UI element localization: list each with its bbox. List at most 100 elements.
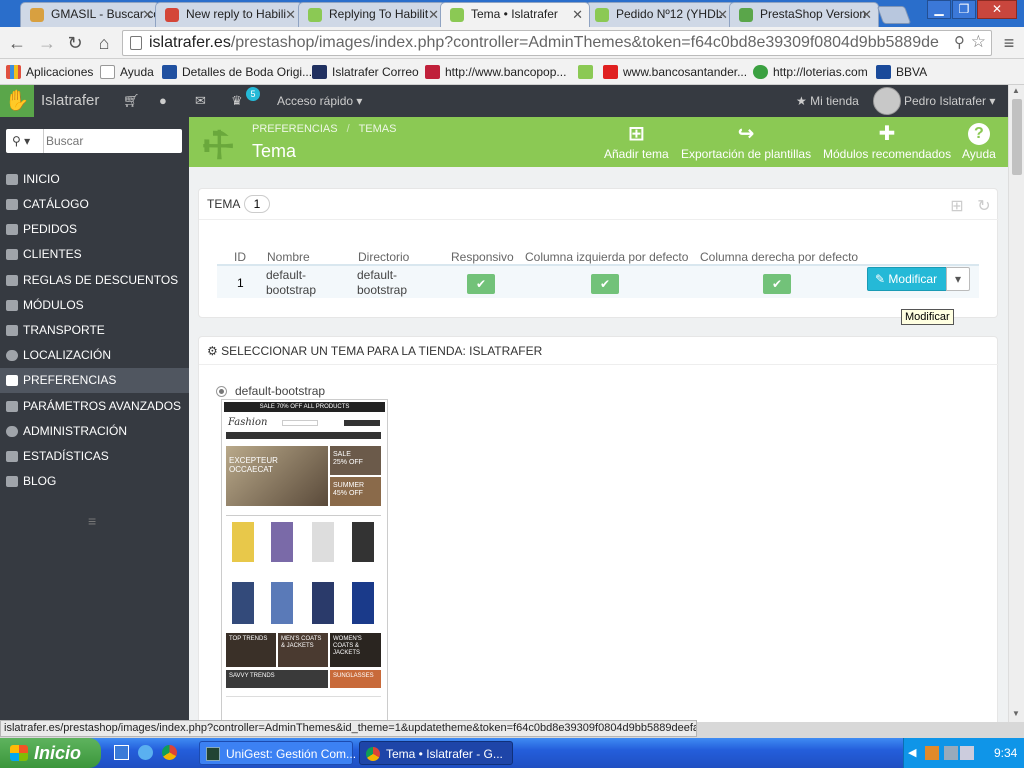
browser-tab[interactable]: GMASIL - Buscar co ✕ bbox=[20, 2, 160, 27]
bookmark-item[interactable]: http://loterias.com bbox=[753, 63, 868, 81]
bookmark-apps[interactable]: Aplicaciones bbox=[6, 63, 93, 81]
bookmark-item[interactable]: Islatrafer Correo bbox=[312, 63, 419, 81]
envelope-icon[interactable]: ✉ bbox=[195, 85, 206, 117]
taskbar-item-unigest[interactable]: UniGest: Gestión Com... bbox=[199, 741, 356, 765]
browser-tab[interactable]: Replying To Habilit ✕ bbox=[298, 2, 446, 27]
sidebar-item-reglas-descuentos[interactable]: REGLAS DE DESCUENTOS bbox=[0, 268, 189, 293]
sidebar-item-pedidos[interactable]: PEDIDOS bbox=[0, 217, 189, 242]
reload-icon[interactable]: ↻ bbox=[64, 32, 86, 54]
my-shop-link[interactable]: ★ Mi tienda bbox=[796, 85, 859, 117]
add-theme-button[interactable]: ⊞ Añadir tema bbox=[604, 123, 669, 161]
users-icon bbox=[6, 249, 18, 260]
start-button[interactable]: Inicio bbox=[0, 738, 101, 768]
show-desktop-icon[interactable] bbox=[114, 745, 129, 760]
browser-tab[interactable]: Pedido Nº12 (YHDL ✕ bbox=[585, 2, 735, 27]
browser-tab-active[interactable]: Tema • Islatrafer ✕ bbox=[440, 2, 590, 27]
bookmark-item[interactable] bbox=[578, 63, 593, 81]
edit-dropdown-toggle[interactable]: ▾ bbox=[946, 267, 970, 291]
sidebar-item-blog[interactable]: BLOG bbox=[0, 469, 189, 494]
trophy-icon[interactable]: ♛ bbox=[231, 85, 243, 117]
breadcrumb-item[interactable]: PREFERENCIAS bbox=[252, 123, 338, 135]
customer-icon[interactable]: ● bbox=[159, 85, 167, 117]
add-icon[interactable]: ⊞ bbox=[947, 196, 967, 216]
shop-name[interactable]: Islatrafer bbox=[41, 85, 99, 117]
bookmark-item[interactable]: Ayuda bbox=[100, 63, 154, 81]
search-icon[interactable]: ⚲ bbox=[954, 31, 965, 55]
theme-option-label[interactable]: default-bootstrap bbox=[235, 384, 325, 398]
minimize-button[interactable]: ▁ bbox=[927, 0, 951, 19]
search-scope-dropdown[interactable]: ⚲ ▾ bbox=[6, 129, 44, 153]
sidebar-item-label: PARÁMETROS AVANZADOS bbox=[23, 399, 182, 413]
sidebar-item-preferencias[interactable]: PREFERENCIAS bbox=[0, 368, 189, 393]
credit-card-icon bbox=[6, 224, 18, 235]
back-icon[interactable]: ← bbox=[6, 32, 28, 54]
sidebar-item-estadisticas[interactable]: ESTADÍSTICAS bbox=[0, 444, 189, 469]
taskbar-item-label: Tema • Islatrafer - G... bbox=[386, 747, 503, 761]
taskbar-item-chrome[interactable]: Tema • Islatrafer - G... bbox=[359, 741, 513, 765]
menu-icon[interactable]: ≡ bbox=[998, 32, 1020, 54]
browser-tab[interactable]: PrestaShop Version ✕ bbox=[729, 2, 879, 27]
sidebar-item-transporte[interactable]: TRANSPORTE bbox=[0, 318, 189, 343]
close-icon[interactable]: ✕ bbox=[861, 3, 872, 26]
forward-icon[interactable]: → bbox=[36, 32, 58, 54]
close-icon[interactable]: ✕ bbox=[285, 3, 296, 26]
help-button[interactable]: ? Ayuda bbox=[962, 123, 996, 161]
collapse-menu-icon[interactable]: ≡ bbox=[88, 513, 96, 529]
notification-badge: 5 bbox=[246, 87, 260, 101]
bookmark-item[interactable]: Detalles de Boda Origi... bbox=[162, 63, 312, 81]
refresh-icon[interactable]: ↻ bbox=[974, 196, 994, 216]
close-icon[interactable]: ✕ bbox=[572, 3, 583, 26]
close-icon[interactable]: ✕ bbox=[142, 3, 153, 26]
button-label: Ayuda bbox=[962, 147, 996, 161]
sidebar-item-catalogo[interactable]: CATÁLOGO bbox=[0, 192, 189, 217]
scrollbar-thumb[interactable] bbox=[1012, 99, 1022, 175]
sidebar-item-clientes[interactable]: CLIENTES bbox=[0, 242, 189, 267]
bookmark-star-icon[interactable]: ☆ bbox=[971, 31, 986, 54]
bookmark-item[interactable]: http://www.bancopop... bbox=[425, 63, 566, 81]
scroll-up-icon[interactable]: ▲ bbox=[1012, 86, 1020, 95]
new-tab-button[interactable] bbox=[876, 6, 912, 24]
preview-product bbox=[271, 582, 293, 624]
recommended-modules-button[interactable]: ✚ Módulos recomendados bbox=[823, 123, 951, 161]
close-icon[interactable]: ✕ bbox=[717, 3, 728, 26]
tray-app-icon[interactable] bbox=[925, 746, 939, 760]
network-icon[interactable] bbox=[944, 746, 958, 760]
app-icon bbox=[206, 747, 220, 761]
chrome-icon[interactable] bbox=[162, 745, 177, 760]
ie-icon[interactable] bbox=[138, 745, 153, 760]
browser-tab[interactable]: New reply to Habili ✕ bbox=[155, 2, 303, 27]
bookmark-item[interactable]: www.bancosantander... bbox=[603, 63, 747, 81]
sidebar-item-modulos[interactable]: MÓDULOS bbox=[0, 293, 189, 318]
edit-button[interactable]: ✎ Modificar bbox=[867, 267, 947, 291]
volume-icon[interactable] bbox=[960, 746, 974, 760]
quick-access-dropdown[interactable]: Acceso rápido ▾ bbox=[277, 85, 362, 117]
export-templates-button[interactable]: ↪ Exportación de plantillas bbox=[681, 123, 811, 161]
sidebar-item-inicio[interactable]: INICIO bbox=[0, 167, 189, 192]
home-icon[interactable]: ⌂ bbox=[93, 32, 115, 54]
user-menu[interactable]: Pedro Islatrafer ▾ bbox=[904, 85, 995, 117]
scroll-down-icon[interactable]: ▼ bbox=[1012, 709, 1020, 718]
preview-hero-side: SALE 25% OFF bbox=[330, 446, 381, 475]
close-icon[interactable]: ✕ bbox=[428, 3, 439, 26]
avatar[interactable] bbox=[873, 87, 901, 115]
search-input[interactable] bbox=[46, 132, 176, 150]
tray-expand-icon[interactable]: ◀ bbox=[908, 746, 916, 759]
theme-preview-thumbnail[interactable]: SALE 70% OFF ALL PRODUCTS Fashion EXCEPT… bbox=[221, 399, 388, 722]
restore-button[interactable]: ❐ bbox=[952, 0, 976, 19]
tab-title: PrestaShop Version bbox=[760, 7, 867, 21]
cart-icon[interactable]: 🛒︎ bbox=[123, 85, 140, 117]
sidebar-item-localizacion[interactable]: LOCALIZACIÓN bbox=[0, 343, 189, 368]
page-scrollbar[interactable]: ▲ ▼ bbox=[1008, 85, 1024, 722]
breadcrumb-item[interactable]: TEMAS bbox=[359, 123, 397, 135]
bookmark-item[interactable]: BBVA bbox=[876, 63, 927, 81]
preview-product bbox=[352, 522, 374, 562]
clock[interactable]: 9:34 bbox=[994, 746, 1017, 760]
window-close-button[interactable]: ✕ bbox=[977, 0, 1017, 19]
sidebar-item-parametros-avanzados[interactable]: PARÁMETROS AVANZADOS bbox=[0, 394, 189, 419]
search-icon: ⚲ bbox=[12, 134, 21, 148]
sidebar-item-administracion[interactable]: ADMINISTRACIÓN bbox=[0, 419, 189, 444]
prestashop-logo-icon[interactable]: ✋ bbox=[0, 85, 34, 117]
theme-radio[interactable] bbox=[216, 386, 227, 397]
address-bar[interactable]: islatrafer.es/prestashop/images/index.ph… bbox=[122, 30, 992, 56]
preview-tile: SAVVY TRENDS bbox=[226, 670, 328, 688]
